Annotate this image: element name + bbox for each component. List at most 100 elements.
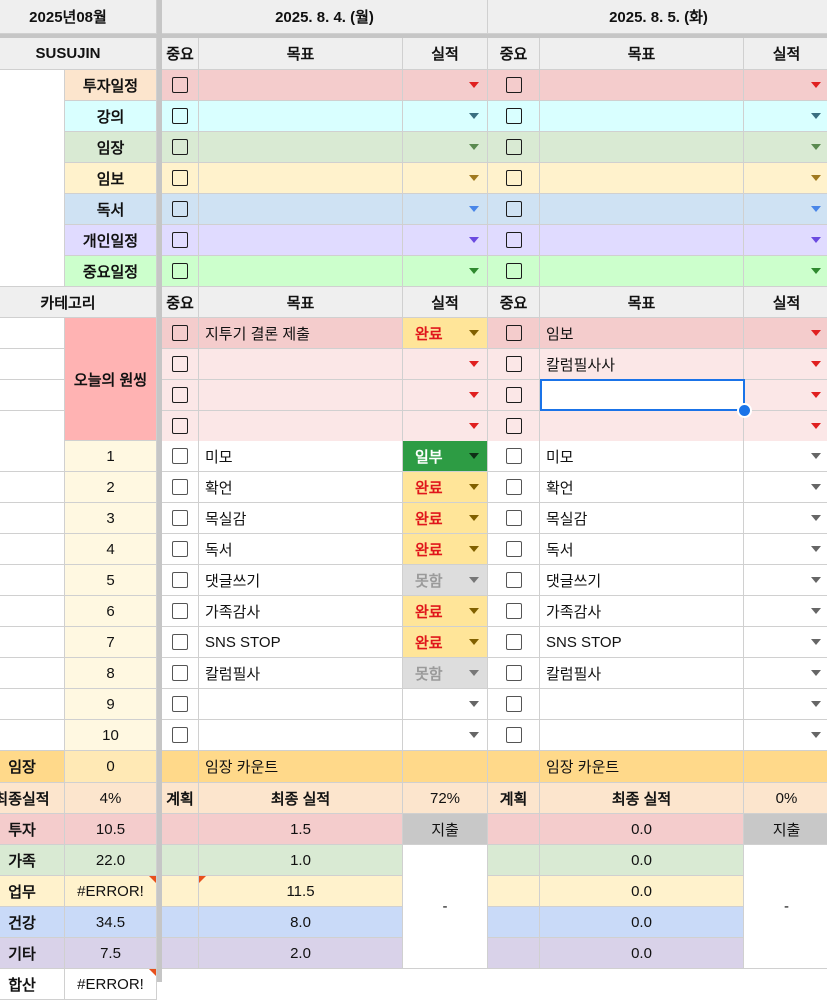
day1-one-thing-goal[interactable] <box>199 349 403 380</box>
importance-checkbox[interactable] <box>505 232 522 248</box>
dropdown-arrow-icon[interactable] <box>469 732 479 738</box>
day2-habit-check[interactable] <box>488 503 540 534</box>
imjang-label[interactable]: 임장 <box>0 751 65 783</box>
stat-label[interactable]: 기타 <box>0 938 65 969</box>
day1-importance[interactable] <box>162 411 199 442</box>
importance-checkbox[interactable] <box>172 696 188 712</box>
col-header-importance[interactable]: 중요 <box>488 287 540 318</box>
importance-checkbox[interactable] <box>172 479 188 495</box>
note-icon[interactable] <box>199 876 206 883</box>
day2-one-thing-result[interactable] <box>744 411 827 442</box>
dropdown-arrow-icon[interactable] <box>469 237 479 243</box>
day2-spend-label[interactable]: 지출 <box>744 814 827 845</box>
day1-schedule-result[interactable] <box>403 163 488 194</box>
dropdown-arrow-icon[interactable] <box>811 392 821 398</box>
day1-habit-goal[interactable]: 댓글쓰기 <box>199 565 403 596</box>
day2-one-thing-result[interactable] <box>744 318 827 349</box>
dropdown-arrow-icon[interactable] <box>811 113 821 119</box>
dropdown-arrow-icon[interactable] <box>469 670 479 676</box>
dropdown-arrow-icon[interactable] <box>469 639 479 645</box>
day2-habit-result[interactable] <box>744 472 827 503</box>
day2-schedule-goal[interactable] <box>540 132 744 163</box>
day2-habit-check[interactable] <box>488 565 540 596</box>
dropdown-arrow-icon[interactable] <box>811 608 821 614</box>
col-header-goal[interactable]: 목표 <box>540 38 744 70</box>
dropdown-arrow-icon[interactable] <box>811 361 821 367</box>
stat-label[interactable]: 합산 <box>0 969 65 1000</box>
frozen-row-divider[interactable] <box>0 34 827 38</box>
day1-habit-result[interactable]: 못함 <box>403 658 488 689</box>
dropdown-arrow-icon[interactable] <box>811 484 821 490</box>
day1-habit-goal[interactable]: 미모 <box>199 441 403 472</box>
day2-final-pct[interactable]: 0% <box>744 783 827 814</box>
day2-schedule-goal[interactable] <box>540 194 744 225</box>
importance-checkbox[interactable] <box>172 572 188 588</box>
day1-importance[interactable] <box>162 225 199 256</box>
day2-date-header[interactable]: 2025. 8. 5. (화) <box>488 0 827 34</box>
col-header-importance[interactable]: 중요 <box>162 38 199 70</box>
importance-checkbox[interactable] <box>505 108 522 124</box>
day2-habit-result[interactable] <box>744 503 827 534</box>
dropdown-arrow-icon[interactable] <box>469 144 479 150</box>
day1-schedule-goal[interactable] <box>199 70 403 101</box>
importance-checkbox[interactable] <box>505 448 522 464</box>
dropdown-arrow-icon[interactable] <box>811 577 821 583</box>
day1-schedule-goal[interactable] <box>199 225 403 256</box>
day2-plan-label[interactable]: 계획 <box>488 783 540 814</box>
one-thing-label[interactable]: 오늘의 원씽 <box>65 318 157 441</box>
day1-habit-result[interactable] <box>403 689 488 720</box>
importance-checkbox[interactable] <box>172 418 188 434</box>
day2-schedule-goal[interactable] <box>540 225 744 256</box>
day1-habit-check[interactable] <box>162 627 199 658</box>
day2-importance[interactable] <box>488 194 540 225</box>
day2-stat-value[interactable]: 0.0 <box>540 876 744 907</box>
dropdown-arrow-icon[interactable] <box>469 175 479 181</box>
dropdown-arrow-icon[interactable] <box>469 608 479 614</box>
day2-imjang-count[interactable]: 임장 카운트 <box>540 751 744 783</box>
day2-habit-goal[interactable] <box>540 720 744 751</box>
importance-checkbox[interactable] <box>172 356 188 372</box>
importance-checkbox[interactable] <box>172 634 188 650</box>
day1-one-thing-result[interactable] <box>403 380 488 411</box>
dropdown-arrow-icon[interactable] <box>469 206 479 212</box>
day2-schedule-result[interactable] <box>744 163 827 194</box>
dropdown-arrow-icon[interactable] <box>469 577 479 583</box>
importance-checkbox[interactable] <box>505 77 522 93</box>
importance-checkbox[interactable] <box>505 541 522 557</box>
day1-schedule-result[interactable] <box>403 194 488 225</box>
day2-importance[interactable] <box>488 70 540 101</box>
importance-checkbox[interactable] <box>172 603 188 619</box>
day1-stat-value[interactable]: 11.5 <box>199 876 403 907</box>
day1-habit-result[interactable]: 완료 <box>403 596 488 627</box>
dropdown-arrow-icon[interactable] <box>469 484 479 490</box>
day2-habit-check[interactable] <box>488 627 540 658</box>
day1-schedule-result[interactable] <box>403 101 488 132</box>
importance-checkbox[interactable] <box>505 325 522 341</box>
day1-final-label[interactable]: 최종 실적 <box>199 783 403 814</box>
day2-schedule-result[interactable] <box>744 101 827 132</box>
dropdown-arrow-icon[interactable] <box>811 423 821 429</box>
day1-schedule-goal[interactable] <box>199 101 403 132</box>
error-note-icon[interactable] <box>149 876 156 883</box>
day2-importance[interactable] <box>488 163 540 194</box>
day1-habit-result[interactable]: 일부 <box>403 441 488 472</box>
importance-checkbox[interactable] <box>505 510 522 526</box>
day2-habit-result[interactable] <box>744 658 827 689</box>
day2-schedule-goal[interactable] <box>540 256 744 287</box>
error-note-icon[interactable] <box>149 969 156 976</box>
day2-schedule-goal[interactable] <box>540 70 744 101</box>
stat-value[interactable]: #ERROR! <box>65 876 157 907</box>
day1-habit-check[interactable] <box>162 658 199 689</box>
stat-value[interactable]: 34.5 <box>65 907 157 938</box>
day1-schedule-goal[interactable] <box>199 132 403 163</box>
day1-schedule-result[interactable] <box>403 225 488 256</box>
importance-checkbox[interactable] <box>505 634 522 650</box>
day2-one-thing-goal[interactable]: 임보 <box>540 318 744 349</box>
col-header-goal[interactable]: 목표 <box>199 38 403 70</box>
schedule-category-label[interactable]: 임장 <box>65 132 157 163</box>
dropdown-arrow-icon[interactable] <box>811 144 821 150</box>
day1-habit-result[interactable]: 완료 <box>403 472 488 503</box>
day1-schedule-goal[interactable] <box>199 163 403 194</box>
day2-habit-result[interactable] <box>744 689 827 720</box>
dropdown-arrow-icon[interactable] <box>469 82 479 88</box>
